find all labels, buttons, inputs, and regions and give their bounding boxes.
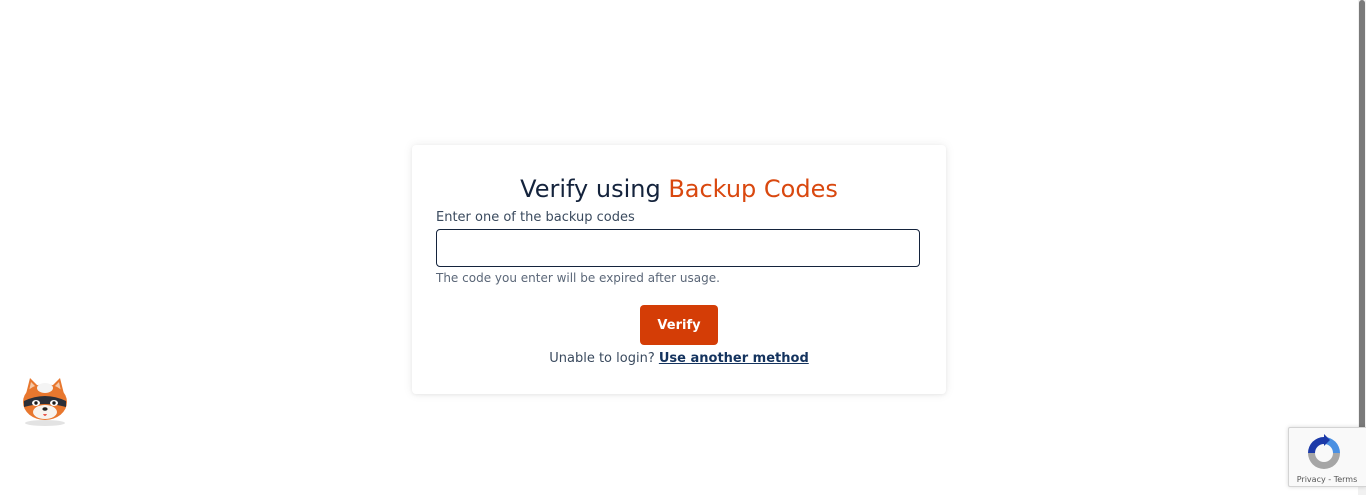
recaptcha-links: Privacy - Terms <box>1289 475 1365 485</box>
verify-card: Verify using Backup Codes Enter one of t… <box>412 145 946 394</box>
recaptcha-logo-icon <box>1305 434 1343 472</box>
backup-code-hint: The code you enter will be expired after… <box>436 271 720 285</box>
alternate-method-line: Unable to login? Use another method <box>412 350 946 368</box>
recaptcha-separator: - <box>1325 475 1334 484</box>
page: Verify using Backup Codes Enter one of t… <box>0 0 1366 495</box>
alternate-method-prompt: Unable to login? <box>549 351 659 366</box>
backup-code-input[interactable] <box>436 229 920 267</box>
page-scrollbar[interactable] <box>1358 0 1366 495</box>
recaptcha-terms-link[interactable]: Terms <box>1334 475 1358 484</box>
page-scrollbar-thumb[interactable] <box>1359 0 1365 462</box>
raccoon-mascot-icon[interactable] <box>18 374 72 428</box>
title-accent: Backup Codes <box>668 175 838 203</box>
use-another-method-link[interactable]: Use another method <box>659 351 809 366</box>
recaptcha-privacy-link[interactable]: Privacy <box>1297 475 1326 484</box>
recaptcha-badge: Privacy - Terms <box>1288 427 1366 487</box>
page-title: Verify using Backup Codes <box>412 173 946 205</box>
backup-code-label: Enter one of the backup codes <box>436 210 635 225</box>
title-prefix: Verify using <box>520 175 669 203</box>
verify-button[interactable]: Verify <box>640 305 718 345</box>
